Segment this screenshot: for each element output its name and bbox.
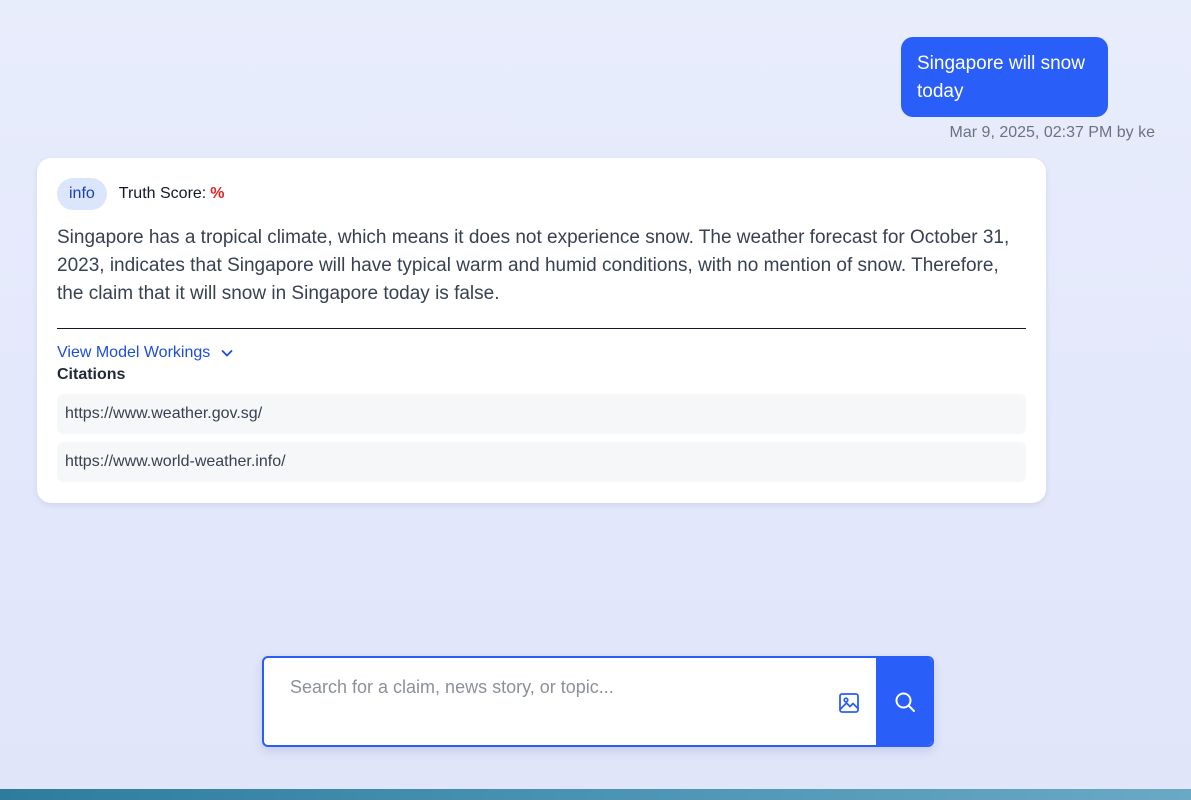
view-model-workings-toggle[interactable]: View Model Workings	[57, 344, 234, 362]
user-message-bubble: Singapore will snow today	[901, 37, 1108, 117]
answer-text: Singapore has a tropical climate, which …	[57, 227, 1010, 304]
view-model-workings-label: View Model Workings	[57, 344, 211, 361]
chevron-down-icon	[221, 350, 233, 357]
image-upload-button[interactable]	[834, 688, 864, 718]
truth-score-label: Truth Score:	[118, 185, 207, 202]
message-timestamp: Mar 9, 2025, 02:37 PM by ke	[949, 124, 1155, 141]
citation-link[interactable]: https://www.weather.gov.sg/	[57, 394, 1026, 434]
search-bar	[262, 656, 934, 747]
taskbar	[0, 789, 1191, 800]
search-button[interactable]	[876, 658, 932, 745]
truth-score-value: %	[210, 185, 225, 202]
image-icon	[839, 693, 859, 713]
citations-title: Citations	[57, 366, 126, 383]
divider	[57, 328, 1026, 329]
citation-link[interactable]: https://www.world-weather.info/	[57, 442, 1026, 482]
search-icon	[895, 692, 915, 712]
result-card: info Truth Score: % Singapore has a trop…	[37, 158, 1046, 503]
result-header: info Truth Score: %	[57, 178, 1026, 210]
search-input[interactable]	[288, 676, 832, 699]
info-badge: info	[57, 178, 107, 210]
